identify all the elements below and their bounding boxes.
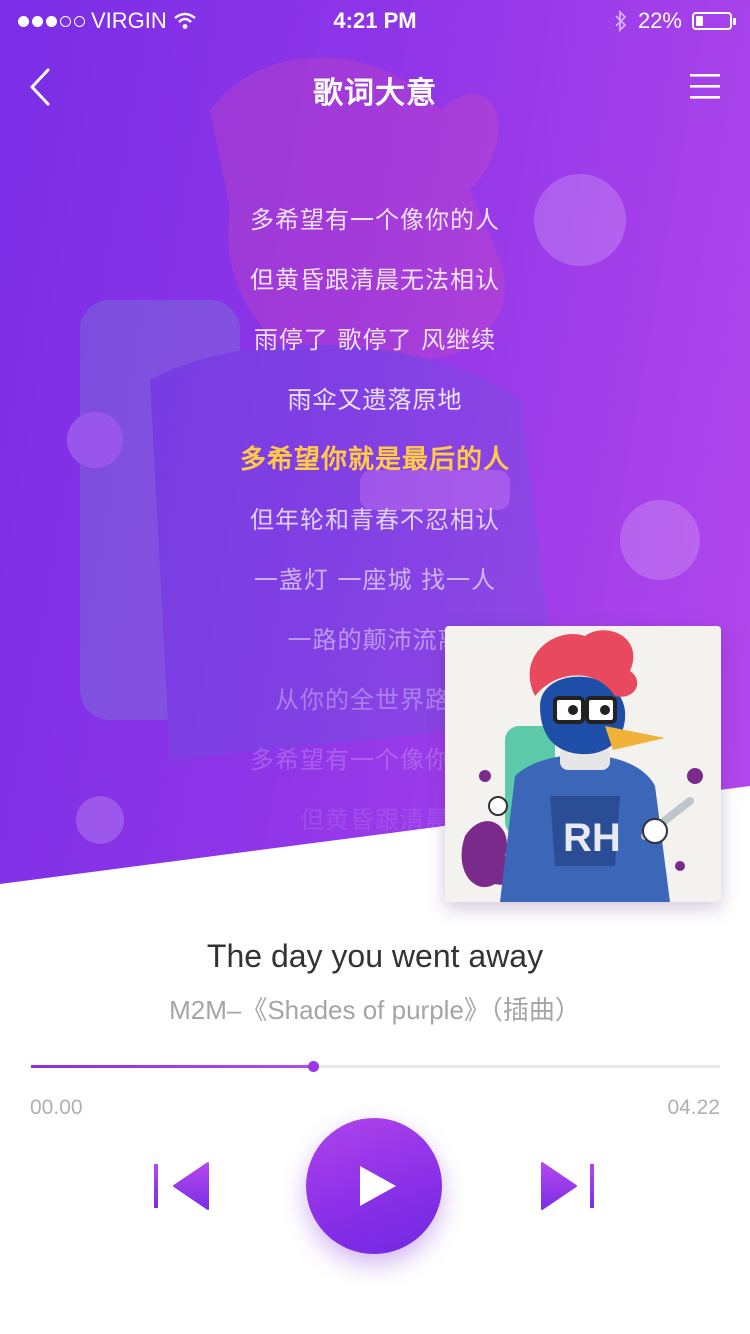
play-button[interactable]: [306, 1118, 442, 1254]
player-screen: VIRGIN 4:21 PM 22% 歌词大意 多希望有一个像你的人 但黄昏跟清…: [0, 0, 750, 1334]
next-track-button[interactable]: [536, 1160, 600, 1212]
song-title: The day you went away: [206, 938, 544, 974]
progress-knob[interactable]: [308, 1061, 320, 1072]
lyric-line[interactable]: 但年轮和青春不忍相认: [0, 496, 750, 556]
song-subtitle: M2M–《Shades of purple》（插曲）: [169, 995, 581, 1025]
svg-text:RH: RH: [563, 816, 621, 860]
battery-percent: 22%: [637, 8, 682, 33]
battery-fill: [696, 16, 703, 26]
lyric-line[interactable]: 一盏灯 一座城 找一人: [0, 556, 750, 616]
lyric-line[interactable]: 多希望有一个像你的人: [0, 196, 750, 256]
menu-button[interactable]: [684, 66, 730, 106]
current-time: 00.00: [30, 1096, 83, 1119]
previous-track-button[interactable]: [150, 1160, 214, 1212]
page-title: 歌词大意: [313, 76, 437, 111]
lyric-line[interactable]: 但黄昏跟清晨无法相认: [0, 256, 750, 316]
skip-previous-icon: [154, 1162, 209, 1210]
total-time: 04.22: [667, 1096, 720, 1119]
play-icon: [360, 1166, 396, 1206]
progress-bar[interactable]: [31, 1061, 720, 1072]
status-bar: VIRGIN 4:21 PM 22%: [0, 0, 750, 42]
lyric-line-active[interactable]: 多希望你就是最后的人: [0, 436, 750, 496]
progress-played: [31, 1065, 314, 1068]
status-right: 22%: [614, 8, 736, 34]
bluetooth-icon: [615, 10, 627, 32]
hamburger-menu-icon: [690, 74, 720, 99]
lyric-line[interactable]: 雨伞又遗落原地: [0, 376, 750, 436]
battery-icon: [692, 12, 736, 30]
lyric-line[interactable]: 雨停了 歌停了 风继续: [0, 316, 750, 376]
album-cover[interactable]: RH: [445, 626, 721, 902]
album-artwork: RH: [445, 626, 721, 902]
skip-next-icon: [541, 1162, 594, 1210]
